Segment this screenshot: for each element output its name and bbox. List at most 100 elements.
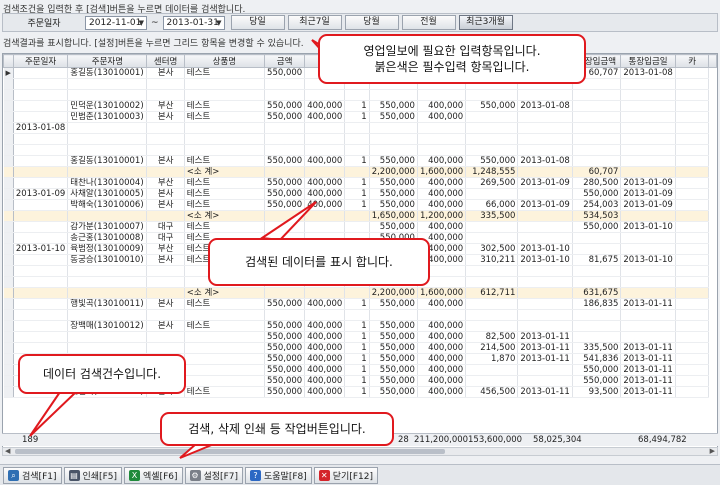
cell-name[interactable]: 홍길동(13010001) [67,67,148,79]
row-gutter[interactable] [3,111,14,123]
cell-c5[interactable]: 550,000 [264,67,306,79]
cell-c9[interactable] [417,89,467,101]
cell-c11[interactable] [517,309,573,321]
cell-c6[interactable]: 400,000 [304,199,346,211]
cell-bank-amt[interactable]: 550,000 [572,188,622,200]
cell-c8[interactable] [369,144,418,156]
cell-c8[interactable]: 2,200,000 [369,166,418,178]
cell-c8[interactable]: 1,650,000 [369,210,418,222]
cell-name[interactable]: 송근홍(13010008) [67,232,148,244]
cell-name[interactable]: 민범춘(13010003) [67,111,148,123]
row-gutter[interactable] [3,298,14,310]
cell-name[interactable] [67,265,148,277]
cell-bank-date[interactable]: 2013-01-09 [620,188,676,200]
cell-c5[interactable]: 550,000 [264,199,306,211]
cell-bank-amt[interactable]: 81,675 [572,254,622,266]
cell-date[interactable] [13,287,69,299]
cell-c11[interactable]: 2013-01-09 [517,199,573,211]
table-row[interactable] [3,309,717,321]
cell-c5[interactable]: 550,000 [264,386,306,398]
cell-c6[interactable] [304,166,346,178]
cell-c7[interactable] [344,166,370,178]
cell-c9[interactable]: 400,000 [417,353,467,365]
cell-c8[interactable] [369,122,418,134]
cell-c11[interactable]: 2013-01-10 [517,243,573,255]
cell-center[interactable]: 본사 [146,320,185,332]
cell-bank-date[interactable] [620,287,676,299]
cell-c9[interactable]: 400,000 [417,364,467,376]
cell-bank-amt[interactable]: 254,003 [572,199,622,211]
cell-bank-amt[interactable]: 280,500 [572,177,622,189]
row-gutter[interactable] [3,331,14,343]
search-button[interactable]: ⌕ 검색[F1] [3,466,62,484]
cell-c9[interactable]: 400,000 [417,111,467,123]
cell-c7[interactable] [344,221,370,233]
cell-c9[interactable] [417,122,467,134]
cell-bank-date[interactable]: 2013-01-11 [620,364,676,376]
cell-date[interactable]: 2013-01-09 [13,188,69,200]
row-gutter[interactable] [3,133,14,145]
cell-c6[interactable]: 400,000 [304,100,346,112]
cell-center[interactable]: 본사 [146,254,185,266]
cell-bank-date[interactable] [620,111,676,123]
column-header[interactable]: 금액 [264,54,306,68]
row-gutter[interactable] [3,276,14,288]
cell-product[interactable] [184,364,266,376]
cell-name[interactable] [67,122,148,134]
cell-bank-date[interactable]: 2013-01-08 [620,67,676,79]
cell-c11[interactable] [517,210,573,222]
cell-c7[interactable]: 1 [344,100,370,112]
cell-bank-amt[interactable] [572,232,622,244]
cell-date[interactable] [13,67,69,79]
cell-product[interactable]: 테스트 [184,320,266,332]
cell-c5[interactable] [264,89,306,101]
cell-c10[interactable]: 66,000 [465,199,519,211]
cell-name[interactable] [67,342,148,354]
cell-c7[interactable] [344,309,370,321]
cell-c6[interactable] [304,221,346,233]
cell-bank-amt[interactable]: 534,503 [572,210,622,222]
cell-c10[interactable]: 1,248,555 [465,166,519,178]
cell-bank-date[interactable]: 2013-01-09 [620,199,676,211]
cell-c8[interactable]: 550,000 [369,199,418,211]
cell-c6[interactable] [304,287,346,299]
cell-c8[interactable]: 550,000 [369,188,418,200]
row-gutter[interactable] [3,199,14,211]
cell-bank-date[interactable] [620,78,676,90]
table-row[interactable] [3,144,717,156]
cell-c10[interactable]: 310,211 [465,254,519,266]
cell-center[interactable]: 부산 [146,243,185,255]
cell-product[interactable] [184,331,266,343]
row-gutter[interactable] [3,78,14,90]
cell-c5[interactable] [264,309,306,321]
cell-c8[interactable]: 550,000 [369,221,418,233]
cell-bank-amt[interactable] [572,89,622,101]
cell-c11[interactable] [517,287,573,299]
cell-bank-date[interactable] [620,331,676,343]
cell-c9[interactable]: 400,000 [417,188,467,200]
cell-c7[interactable]: 1 [344,331,370,343]
cell-date[interactable] [13,232,69,244]
cell-c5[interactable]: 550,000 [264,342,306,354]
cell-bank-date[interactable]: 2013-01-11 [620,298,676,310]
cell-c9[interactable]: 400,000 [417,221,467,233]
cell-name[interactable]: 사채알(13010005) [67,188,148,200]
cell-c10[interactable] [465,144,519,156]
cell-product[interactable]: 테스트 [184,298,266,310]
cell-bank-date[interactable] [620,122,676,134]
cell-name[interactable] [67,144,148,156]
cell-c11[interactable] [517,133,573,145]
table-row[interactable] [3,89,717,101]
cell-bank-amt[interactable]: 93,500 [572,386,622,398]
horizontal-scrollbar[interactable]: ◀ ▶ [2,447,718,456]
cell-bank-date[interactable] [620,276,676,288]
chevron-down-icon[interactable]: ▼ [139,17,144,29]
row-gutter[interactable] [3,188,14,200]
cell-bank-date[interactable] [620,100,676,112]
cell-bank-date[interactable] [620,210,676,222]
cell-date[interactable] [13,155,69,167]
cell-center[interactable] [146,342,185,354]
cell-c5[interactable]: 550,000 [264,320,306,332]
cell-c10[interactable] [465,232,519,244]
cell-date[interactable] [13,298,69,310]
